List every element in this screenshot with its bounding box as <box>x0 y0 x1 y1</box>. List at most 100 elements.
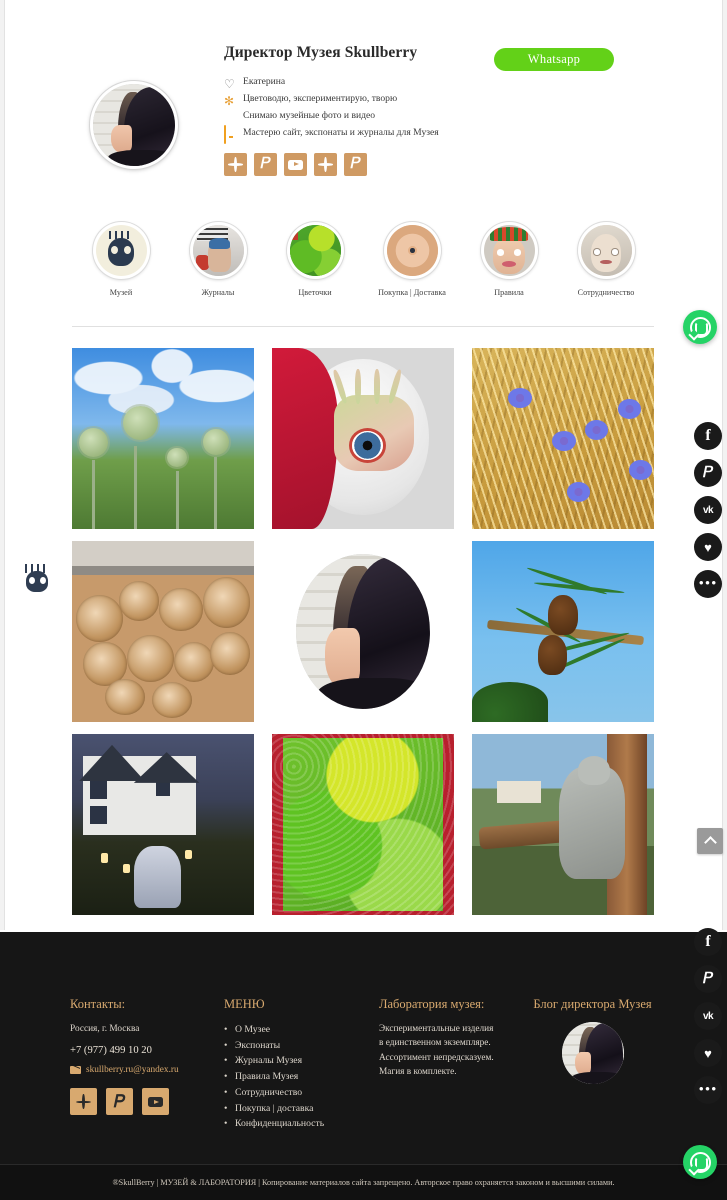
whatsapp-button[interactable]: Whatsapp <box>494 48 614 71</box>
bio-text: Снимаю музейные фото и видео <box>243 110 376 122</box>
footer-social-links: 𝑃 <box>70 1088 220 1116</box>
menu-item-rules[interactable]: Правила Музея <box>224 1069 364 1085</box>
whatsapp-float-button-bottom[interactable] <box>683 1145 717 1179</box>
menu-item-cooperation[interactable]: Сотрудничество <box>224 1085 364 1101</box>
menu-item-exhibits[interactable]: Экспонаты <box>224 1038 364 1054</box>
footer-social-pinterest[interactable]: 𝑃 <box>106 1088 133 1116</box>
profile-bio: ♡ Екатерина ✻ Цветоводю, экспериментирую… <box>224 74 439 145</box>
category-label: Покупка | Доставка <box>378 288 446 297</box>
footer-social-youtube[interactable] <box>142 1088 169 1116</box>
contacts-address: Россия, г. Москва <box>70 1024 140 1034</box>
category-cooperation[interactable]: Сотрудничество <box>576 222 636 297</box>
share-pinterest[interactable]: 𝑃 <box>694 459 722 487</box>
avatar[interactable] <box>90 81 178 169</box>
facebook-icon: f <box>705 427 711 444</box>
whatsapp-icon <box>689 1151 711 1173</box>
green-moss <box>289 225 341 276</box>
blog-avatar[interactable] <box>561 1022 624 1084</box>
bio-line: Снимаю музейные фото и видео <box>224 108 439 124</box>
category-magazines[interactable]: Журналы <box>188 222 248 297</box>
pinterest-icon: 𝑃 <box>350 156 361 172</box>
share-vk[interactable]: vk <box>694 496 722 524</box>
social-sparkle-2[interactable] <box>314 153 337 176</box>
contacts-email[interactable]: skullberry.ru@yandex.ru <box>70 1065 220 1075</box>
gallery-item[interactable] <box>72 734 254 915</box>
stacked-firewood-logs <box>72 541 254 722</box>
footer-social-sparkle[interactable] <box>70 1088 97 1116</box>
category-highlights: Музей Журналы Цветочки Покупка | Доставк… <box>0 222 727 297</box>
heart-icon: ♥ <box>704 1045 712 1061</box>
green-moss-closeup <box>272 734 454 915</box>
category-ring <box>480 222 538 279</box>
gallery-item[interactable] <box>72 541 254 722</box>
social-pinterest-1[interactable]: 𝑃 <box>254 153 277 176</box>
category-flowers[interactable]: Цветочки <box>285 222 345 297</box>
share-like[interactable]: ♥ <box>694 1039 722 1067</box>
skull-badge[interactable] <box>24 564 50 596</box>
menu-item-privacy[interactable]: Конфиденциальность <box>224 1116 364 1132</box>
whatsapp-icon <box>689 316 711 338</box>
sparkle-icon <box>228 157 243 172</box>
vk-icon: vk <box>702 1010 714 1022</box>
email-text: skullberry.ru@yandex.ru <box>86 1065 179 1076</box>
photo-gallery <box>72 348 654 915</box>
pinterest-icon: 𝑃 <box>260 156 271 172</box>
social-pinterest-2[interactable]: 𝑃 <box>344 153 367 176</box>
gallery-item[interactable] <box>472 348 654 529</box>
footer-contacts: Контакты: Россия, г. Москва +7 (977) 499… <box>70 997 220 1116</box>
profile-social-links: 𝑃 𝑃 <box>224 153 367 176</box>
pine-cone-branch-sky <box>472 541 654 722</box>
chevron-up-icon <box>703 836 717 849</box>
bio-text: Мастерю сайт, экспонаты и журналы для Му… <box>243 127 439 139</box>
gallery-item[interactable] <box>272 541 454 722</box>
share-rail-top: f 𝑃 vk ♥ ••• <box>694 422 722 598</box>
menu-item-purchase[interactable]: Покупка | доставка <box>224 1101 364 1117</box>
footer-menu: МЕНЮ О Музее Экспонаты Журналы Музея Пра… <box>224 997 364 1132</box>
footer-blog: Блог директора Музея <box>520 997 665 1084</box>
category-ring <box>286 222 344 279</box>
gallery-item[interactable] <box>272 734 454 915</box>
gallery-item[interactable] <box>472 734 654 915</box>
gallery-item[interactable] <box>472 541 654 722</box>
footer-menu-list: О Музее Экспонаты Журналы Музея Правила … <box>224 1022 364 1132</box>
category-museum[interactable]: Музей <box>91 222 151 297</box>
social-sparkle-1[interactable] <box>224 153 247 176</box>
category-purchase[interactable]: Покупка | Доставка <box>378 222 446 297</box>
category-ring <box>577 222 635 279</box>
youtube-icon <box>224 109 237 122</box>
thistle-flowers-sky <box>72 348 254 529</box>
menu-item-about[interactable]: О Музее <box>224 1022 364 1038</box>
share-facebook[interactable]: f <box>694 928 722 956</box>
copyright-text: ®SkullBerry | МУЗЕЙ & ЛАБОРАТОРИЯ | Копи… <box>112 1178 615 1187</box>
profile-header: Директор Музея Skullberry ♡ Екатерина ✻ … <box>0 0 727 200</box>
contacts-heading: Контакты: <box>70 997 126 1011</box>
whatsapp-float-button[interactable] <box>683 310 717 344</box>
category-rules[interactable]: Правила <box>479 222 539 297</box>
facebook-icon: f <box>705 933 711 950</box>
monitor-icon <box>224 125 237 145</box>
sparkle-icon <box>76 1094 91 1110</box>
pinterest-icon: 𝑃 <box>703 970 713 987</box>
heart-icon: ♡ <box>224 77 235 92</box>
share-more[interactable]: ••• <box>694 570 722 598</box>
blog-heading: Блог директора Музея <box>533 997 652 1011</box>
category-ring <box>189 222 247 279</box>
share-more[interactable]: ••• <box>694 1076 722 1104</box>
clay-hand-eye-sculpture <box>272 348 454 529</box>
bio-line: Мастерю сайт, экспонаты и журналы для Му… <box>224 125 439 145</box>
youtube-icon <box>288 159 303 170</box>
social-youtube[interactable] <box>284 153 307 176</box>
contacts-phone[interactable]: +7 (977) 499 10 20 <box>70 1045 220 1056</box>
share-vk[interactable]: vk <box>694 1002 722 1030</box>
scroll-to-top-button[interactable] <box>697 828 723 854</box>
share-facebook[interactable]: f <box>694 422 722 450</box>
share-pinterest[interactable]: 𝑃 <box>694 965 722 993</box>
gallery-item[interactable] <box>72 348 254 529</box>
heart-icon: ♥ <box>704 539 712 555</box>
magazine-cover <box>192 225 244 276</box>
menu-item-magazines[interactable]: Журналы Музея <box>224 1053 364 1069</box>
gallery-item[interactable] <box>272 348 454 529</box>
pinterest-icon: 𝑃 <box>113 1092 126 1112</box>
share-like[interactable]: ♥ <box>694 533 722 561</box>
section-divider <box>72 326 654 327</box>
